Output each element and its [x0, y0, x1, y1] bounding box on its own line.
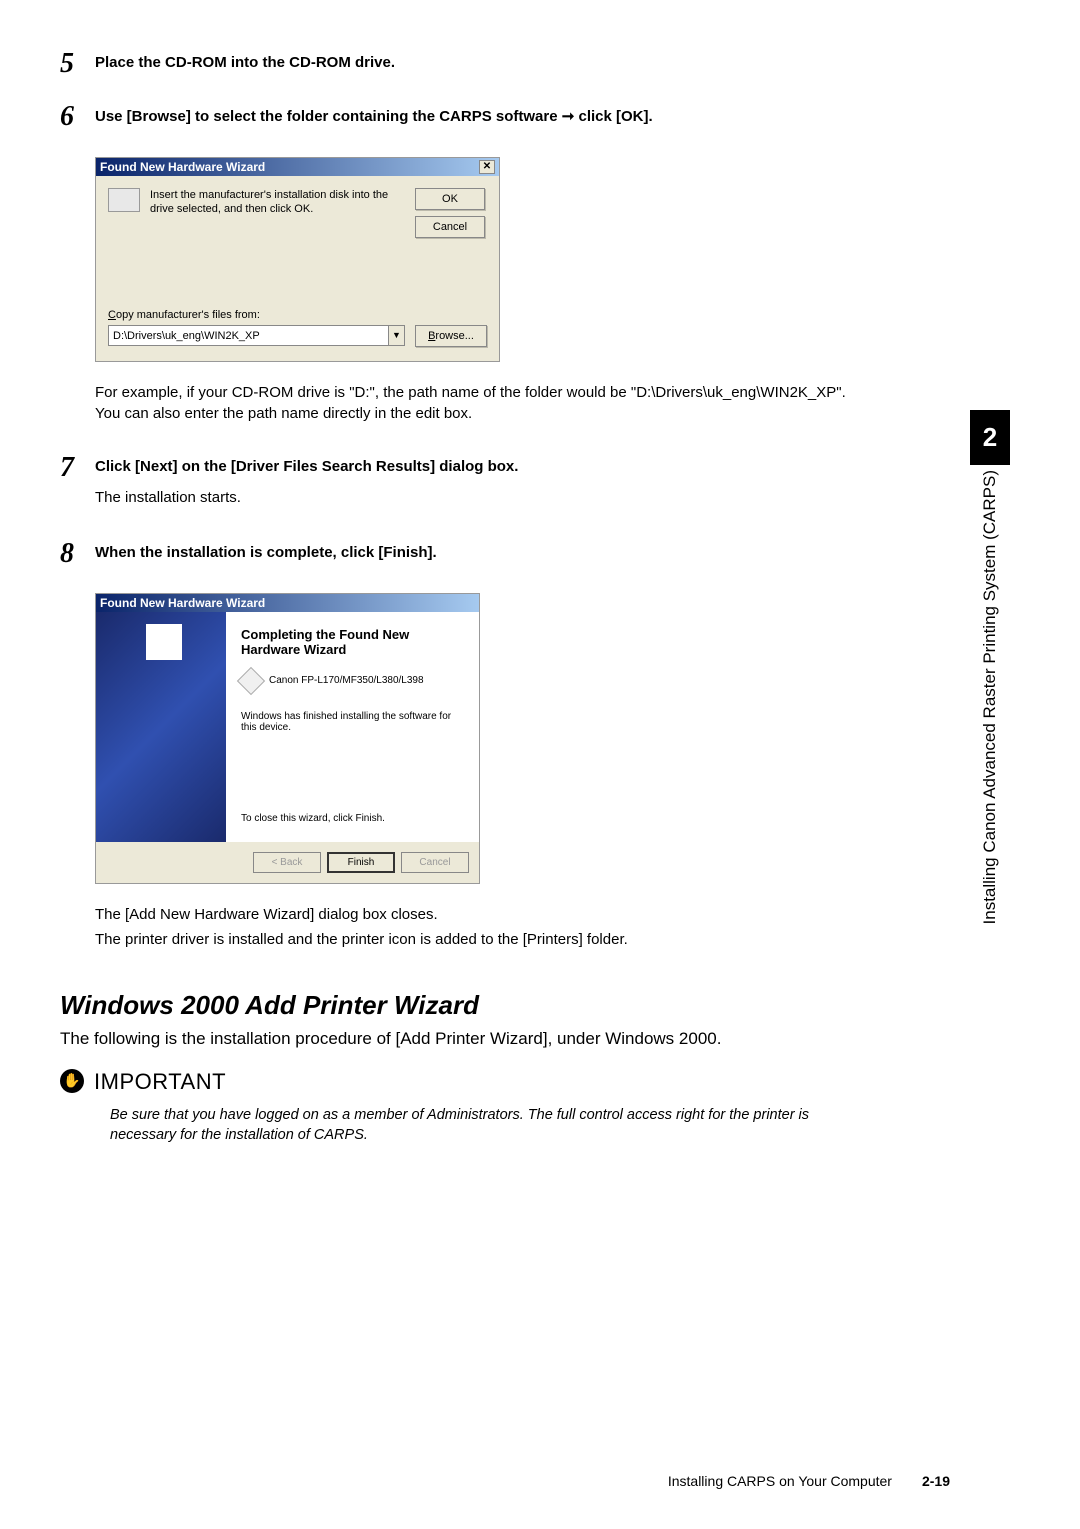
step-number: 6: [60, 103, 95, 137]
page-number: 2-19: [922, 1473, 950, 1489]
page-footer: Installing CARPS on Your Computer 2-19: [668, 1473, 950, 1489]
copy-files-label: Copy manufacturer's files from:: [108, 309, 487, 321]
hand-stop-icon: ✋: [60, 1069, 84, 1093]
chapter-tab: 2 Installing Canon Advanced Raster Print…: [965, 410, 1015, 924]
step-6: 6 Use [Browse] to select the folder cont…: [60, 103, 870, 137]
cancel-button[interactable]: Cancel: [415, 216, 485, 238]
section-heading: Windows 2000 Add Printer Wizard: [60, 990, 870, 1021]
back-button: < Back: [253, 852, 321, 873]
wizard-close-msg: To close this wizard, click Finish.: [241, 813, 464, 824]
step-6-title: Use [Browse] to select the folder contai…: [95, 107, 870, 125]
dialog-1-wrapper: Found New Hardware Wizard ✕ Insert the m…: [95, 157, 870, 362]
dialog-2-wrapper: Found New Hardware Wizard Completing the…: [95, 593, 870, 884]
step-5: 5 Place the CD-ROM into the CD-ROM drive…: [60, 50, 870, 83]
step-7-title: Click [Next] on the [Driver Files Search…: [95, 458, 870, 475]
wizard-heading: Completing the Found New Hardware Wizard: [241, 627, 464, 657]
close-icon[interactable]: ✕: [479, 160, 495, 174]
step-8-note-1: The [Add New Hardware Wizard] dialog box…: [95, 904, 870, 925]
step-7: 7 Click [Next] on the [Driver Files Sear…: [60, 454, 870, 520]
completing-wizard-dialog: Found New Hardware Wizard Completing the…: [95, 593, 480, 884]
wizard-message: Windows has finished installing the soft…: [241, 711, 464, 733]
browse-button[interactable]: Browse...: [415, 325, 487, 347]
dialog-title-text: Found New Hardware Wizard: [100, 596, 265, 610]
step-number: 7: [60, 454, 95, 520]
dialog-titlebar: Found New Hardware Wizard ✕: [96, 158, 499, 176]
step-7-text: The installation starts.: [95, 487, 870, 508]
finish-button[interactable]: Finish: [327, 852, 395, 873]
chapter-title: Installing Canon Advanced Raster Printin…: [980, 470, 1000, 924]
path-combo[interactable]: ▼: [108, 325, 405, 346]
chevron-down-icon[interactable]: ▼: [388, 326, 404, 345]
step-6-note: For example, if your CD-ROM drive is "D:…: [95, 382, 870, 424]
important-text: Be sure that you have logged on as a mem…: [110, 1105, 870, 1146]
printer-icon: [237, 666, 265, 694]
dialog-title-text: Found New Hardware Wizard: [100, 160, 265, 174]
ok-button[interactable]: OK: [415, 188, 485, 210]
step-8-note-2: The printer driver is installed and the …: [95, 929, 870, 950]
dialog-titlebar: Found New Hardware Wizard: [96, 594, 479, 612]
important-block: ✋ IMPORTANT: [60, 1069, 870, 1095]
step-number: 5: [60, 50, 95, 83]
found-new-hardware-dialog: Found New Hardware Wizard ✕ Insert the m…: [95, 157, 500, 362]
step-5-title: Place the CD-ROM into the CD-ROM drive.: [95, 54, 870, 71]
wizard-sidebar-image: [96, 612, 226, 842]
important-label: IMPORTANT: [94, 1069, 226, 1095]
disk-icon: [108, 188, 140, 212]
step-number: 8: [60, 540, 95, 573]
section-intro: The following is the installation proced…: [60, 1029, 870, 1049]
path-input[interactable]: [109, 326, 388, 345]
cancel-button: Cancel: [401, 852, 469, 873]
instruction-text: Insert the manufacturer's installation d…: [150, 188, 405, 217]
chapter-number: 2: [970, 410, 1010, 465]
printer-name: Canon FP-L170/MF350/L380/L398: [269, 675, 424, 686]
step-8-title: When the installation is complete, click…: [95, 544, 870, 561]
footer-text: Installing CARPS on Your Computer: [668, 1473, 892, 1489]
step-8: 8 When the installation is complete, cli…: [60, 540, 870, 573]
wizard-icon: [146, 624, 182, 660]
